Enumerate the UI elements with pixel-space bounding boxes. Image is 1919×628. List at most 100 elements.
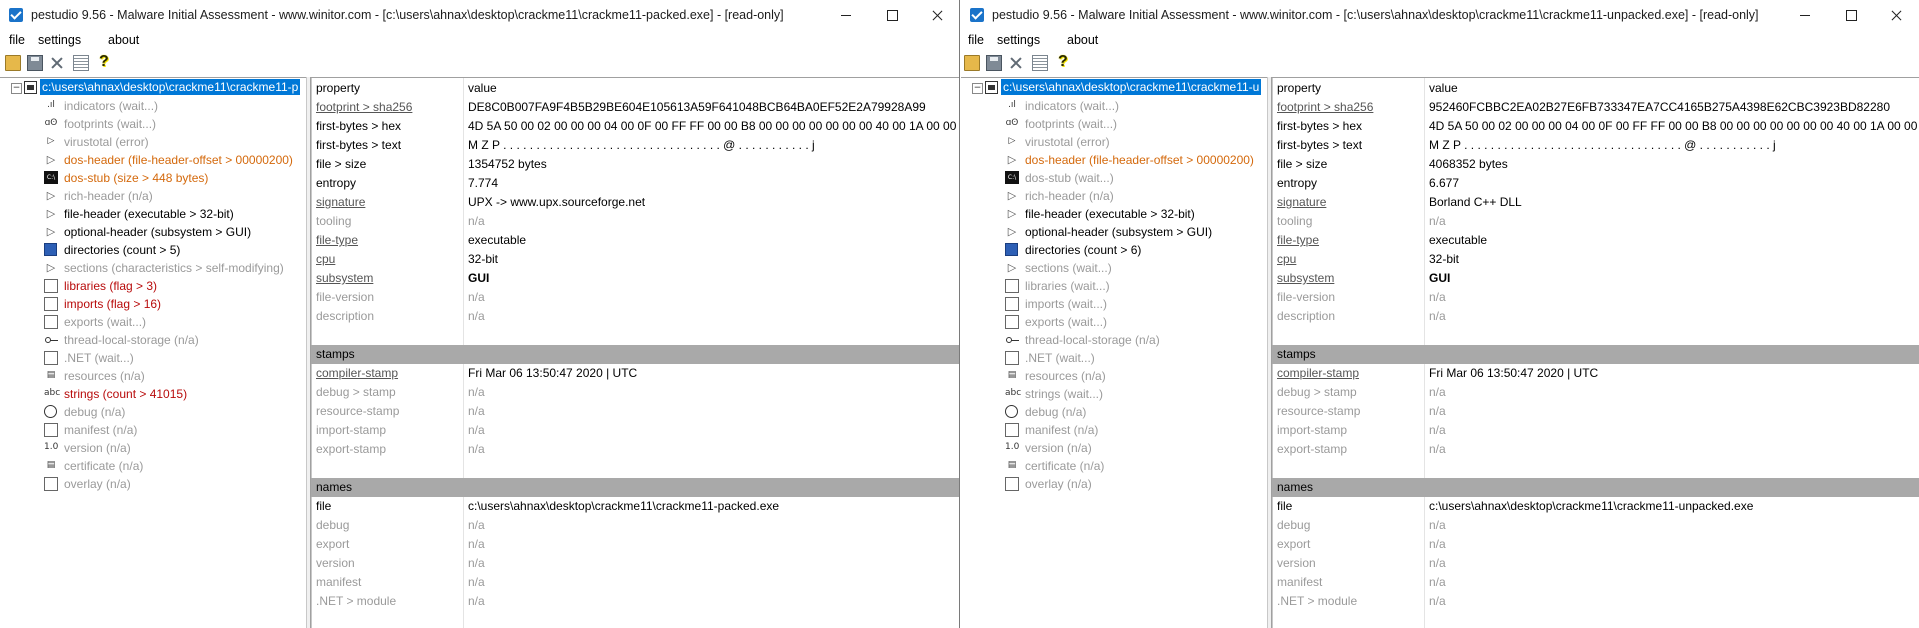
- property-row[interactable]: file c:\users\ahnax\desktop\crackme11\cra…: [311, 497, 959, 516]
- property-row[interactable]: subsystem GUI: [1272, 269, 1919, 288]
- property-row[interactable]: first-bytes > hex 4D 5A 50 00 02 00 00 00…: [311, 117, 959, 136]
- help-icon[interactable]: [96, 53, 112, 71]
- tree-item[interactable]: ▷ dos-header (file-header-offset > 000002…: [0, 151, 306, 169]
- tree-item[interactable]: ▤ resources (n/a): [0, 367, 306, 385]
- open-folder-icon[interactable]: [964, 55, 980, 71]
- property-row[interactable]: import-stamp n/a: [311, 421, 959, 440]
- save-icon[interactable]: [986, 55, 1002, 71]
- menu-settings[interactable]: settings: [38, 33, 81, 47]
- tree-item[interactable]: 1.0 version (n/a): [961, 439, 1267, 457]
- tree-item[interactable]: 1.0 version (n/a): [0, 439, 306, 457]
- tree-item[interactable]: .NET (wait...): [0, 349, 306, 367]
- tree-item[interactable]: ▷ rich-header (n/a): [961, 187, 1267, 205]
- property-row[interactable]: version n/a: [311, 554, 959, 573]
- tree-item[interactable]: ▷ optional-header (subsystem > GUI): [0, 223, 306, 241]
- maximize-button[interactable]: [1828, 0, 1874, 30]
- property-row[interactable]: [1272, 326, 1919, 345]
- tree-item[interactable]: imports (flag > 16): [0, 295, 306, 313]
- section-header[interactable]: stamps: [1272, 345, 1919, 364]
- cut-icon[interactable]: [1008, 55, 1024, 71]
- tree-item[interactable]: ▷ optional-header (subsystem > GUI): [961, 223, 1267, 241]
- property-row[interactable]: file-version n/a: [311, 288, 959, 307]
- property-row[interactable]: signature UPX -> www.upx.sourceforge.net: [311, 193, 959, 212]
- property-row[interactable]: description n/a: [311, 307, 959, 326]
- property-row[interactable]: resource-stamp n/a: [311, 402, 959, 421]
- section-header[interactable]: names: [1272, 478, 1919, 497]
- tree-item[interactable]: ▷ sections (characteristics > self-modify…: [0, 259, 306, 277]
- tree-item[interactable]: ▷ sections (wait...): [961, 259, 1267, 277]
- maximize-button[interactable]: [869, 0, 915, 30]
- property-row[interactable]: file c:\users\ahnax\desktop\crackme11\cra…: [1272, 497, 1919, 516]
- property-row[interactable]: [311, 326, 959, 345]
- property-row[interactable]: resource-stamp n/a: [1272, 402, 1919, 421]
- tree-item[interactable]: directories (count > 5): [0, 241, 306, 259]
- tree-item[interactable]: C:\ dos-stub (wait...): [961, 169, 1267, 187]
- property-row[interactable]: footprint > sha256 952460FCBBC2EA02B27E6F…: [1272, 98, 1919, 117]
- property-row[interactable]: manifest n/a: [311, 573, 959, 592]
- open-folder-icon[interactable]: [5, 55, 21, 71]
- property-row[interactable]: debug > stamp n/a: [311, 383, 959, 402]
- tree-item[interactable]: manifest (n/a): [0, 421, 306, 439]
- property-row[interactable]: tooling n/a: [311, 212, 959, 231]
- property-row[interactable]: export-stamp n/a: [311, 440, 959, 459]
- property-row[interactable]: [311, 459, 959, 478]
- property-row[interactable]: debug n/a: [1272, 516, 1919, 535]
- tree-item[interactable]: ▷ virustotal (error): [0, 133, 306, 151]
- tree-item[interactable]: abc strings (wait...): [961, 385, 1267, 403]
- title-bar[interactable]: pestudio 9.56 - Malware Initial Assessme…: [0, 0, 959, 30]
- tree-item[interactable]: debug (n/a): [0, 403, 306, 421]
- tree-item[interactable]: thread-local-storage (n/a): [961, 331, 1267, 349]
- tree-item[interactable]: ▤ certificate (n/a): [961, 457, 1267, 475]
- grid-header[interactable]: property value: [1272, 79, 1919, 98]
- tree-item[interactable]: ▷ file-header (executable > 32-bit): [0, 205, 306, 223]
- tree-item[interactable]: abc strings (count > 41015): [0, 385, 306, 403]
- property-row[interactable]: file > size 4068352 bytes: [1272, 155, 1919, 174]
- minimize-button[interactable]: [1782, 0, 1828, 30]
- property-row[interactable]: version n/a: [1272, 554, 1919, 573]
- tree-item[interactable]: overlay (n/a): [0, 475, 306, 493]
- tree-item[interactable]: .ıl indicators (wait...): [0, 97, 306, 115]
- menu-about[interactable]: about: [108, 33, 139, 47]
- minimize-button[interactable]: [823, 0, 869, 30]
- tree-item[interactable]: ▷ virustotal (error): [961, 133, 1267, 151]
- grid-header[interactable]: property value: [311, 79, 959, 98]
- section-header[interactable]: names: [311, 478, 959, 497]
- property-row[interactable]: file-type executable: [311, 231, 959, 250]
- property-row[interactable]: compiler-stamp Fri Mar 06 13:50:47 2020 |…: [1272, 364, 1919, 383]
- tree-item[interactable]: libraries (flag > 3): [0, 277, 306, 295]
- property-row[interactable]: debug > stamp n/a: [1272, 383, 1919, 402]
- property-row[interactable]: export n/a: [311, 535, 959, 554]
- property-row[interactable]: export-stamp n/a: [1272, 440, 1919, 459]
- property-row[interactable]: debug n/a: [311, 516, 959, 535]
- property-row[interactable]: export n/a: [1272, 535, 1919, 554]
- menu-file[interactable]: file: [968, 33, 984, 47]
- menu-file[interactable]: file: [9, 33, 25, 47]
- collapse-icon[interactable]: −: [11, 83, 22, 94]
- property-row[interactable]: entropy 7.774: [311, 174, 959, 193]
- tree-item[interactable]: ▷ file-header (executable > 32-bit): [961, 205, 1267, 223]
- tree-item[interactable]: directories (count > 6): [961, 241, 1267, 259]
- cut-icon[interactable]: [49, 55, 65, 71]
- tree-item[interactable]: ▷ rich-header (n/a): [0, 187, 306, 205]
- property-row[interactable]: first-bytes > text M Z P . . . . . . . . …: [1272, 136, 1919, 155]
- list-icon[interactable]: [73, 55, 89, 71]
- tree-item[interactable]: ▷ dos-header (file-header-offset > 000002…: [961, 151, 1267, 169]
- property-row[interactable]: first-bytes > text M Z P . . . . . . . . …: [311, 136, 959, 155]
- tree-item[interactable]: ɑʘ footprints (wait...): [0, 115, 306, 133]
- list-icon[interactable]: [1032, 55, 1048, 71]
- tree-item[interactable]: overlay (n/a): [961, 475, 1267, 493]
- property-row[interactable]: cpu 32-bit: [311, 250, 959, 269]
- section-header[interactable]: stamps: [311, 345, 959, 364]
- tree-item[interactable]: C:\ dos-stub (size > 448 bytes): [0, 169, 306, 187]
- close-button[interactable]: [1873, 0, 1919, 30]
- tree-item[interactable]: − c:\users\ahnax\desktop\crackme11\crackm…: [961, 79, 1267, 97]
- property-row[interactable]: [1272, 459, 1919, 478]
- property-row[interactable]: file > size 1354752 bytes: [311, 155, 959, 174]
- tree-item[interactable]: .NET (wait...): [961, 349, 1267, 367]
- property-row[interactable]: file-version n/a: [1272, 288, 1919, 307]
- menu-about[interactable]: about: [1067, 33, 1098, 47]
- property-row[interactable]: file-type executable: [1272, 231, 1919, 250]
- property-row[interactable]: description n/a: [1272, 307, 1919, 326]
- tree-item[interactable]: libraries (wait...): [961, 277, 1267, 295]
- title-bar[interactable]: pestudio 9.56 - Malware Initial Assessme…: [961, 0, 1919, 30]
